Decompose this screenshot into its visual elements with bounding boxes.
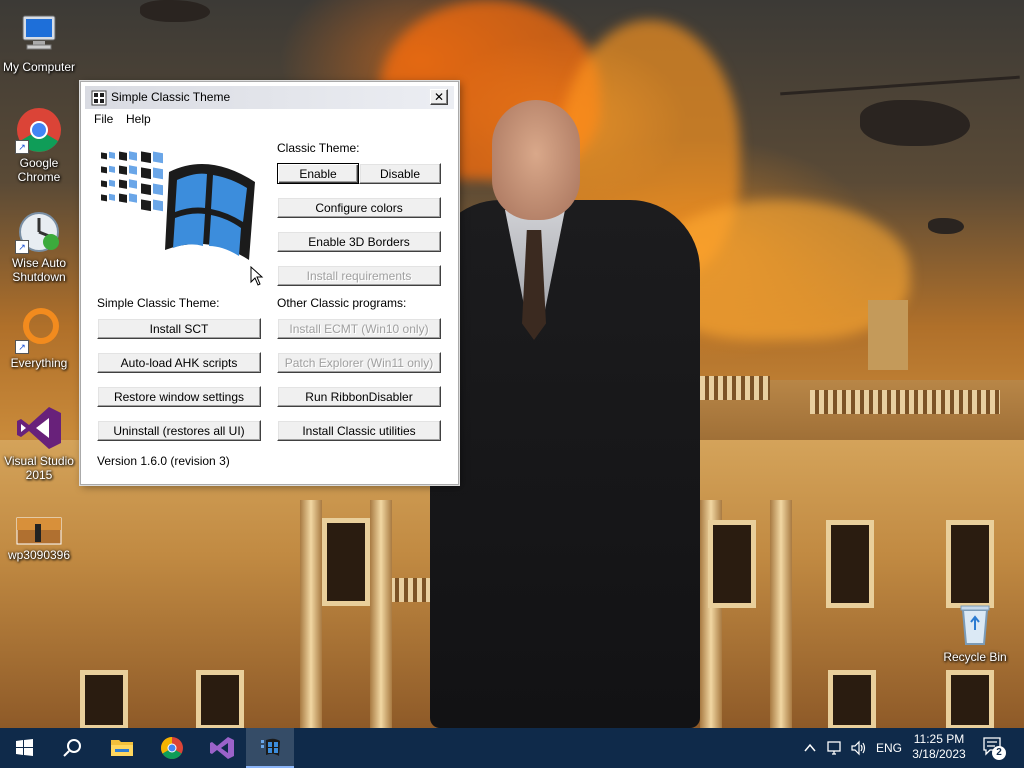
- install-classic-utilities-button[interactable]: Install Classic utilities: [277, 420, 441, 441]
- taskbar-visual-studio[interactable]: [198, 728, 246, 768]
- window-titlebar[interactable]: Simple Classic Theme ✕: [85, 86, 454, 109]
- menu-help[interactable]: Help: [126, 112, 151, 126]
- start-button[interactable]: [0, 728, 48, 768]
- desktop-icon-label: wp3090396: [7, 548, 71, 562]
- helicopter: [928, 218, 964, 234]
- simple-classic-theme-window: Simple Classic Theme ✕ File Help Classic…: [80, 81, 459, 485]
- close-icon: ✕: [433, 90, 445, 104]
- taskbar-simple-classic-theme[interactable]: [246, 728, 294, 768]
- helicopter: [860, 100, 970, 146]
- other-programs-label: Other Classic programs:: [277, 296, 407, 310]
- desktop-icon-label: Google Chrome: [17, 156, 61, 184]
- column: [300, 500, 322, 728]
- building-window: [946, 520, 994, 608]
- balustrade: [810, 390, 1000, 414]
- menu-bar: File Help: [85, 110, 454, 130]
- shortcut-arrow-icon: ↗: [15, 140, 29, 154]
- mouse-cursor-icon: [250, 265, 264, 286]
- building-window: [828, 670, 876, 728]
- install-ecmt-button[interactable]: Install ECMT (Win10 only): [277, 318, 441, 339]
- desktop-icon-recycle-bin[interactable]: Recycle Bin: [938, 600, 1012, 664]
- install-sct-button[interactable]: Install SCT: [97, 318, 261, 339]
- windows-classic-icon: [261, 738, 280, 756]
- version-label: Version 1.6.0 (revision 3): [97, 454, 230, 468]
- windows-start-icon: [16, 739, 33, 756]
- enable-button[interactable]: Enable: [277, 163, 359, 184]
- desktop-icon-label: Wise Auto Shutdown: [11, 256, 67, 284]
- search-icon: [63, 739, 81, 757]
- desktop-icon-google-chrome[interactable]: ↗ Google Chrome: [2, 106, 76, 184]
- desktop-icon-my-computer[interactable]: My Computer: [2, 10, 76, 74]
- clock-date: 3/18/2023: [912, 747, 966, 761]
- balustrade: [700, 376, 770, 400]
- menu-file[interactable]: File: [94, 112, 113, 126]
- shortcut-arrow-icon: ↗: [15, 240, 29, 254]
- desktop-icon-label: My Computer: [2, 60, 76, 74]
- building-window: [322, 518, 370, 606]
- app-icon: [91, 90, 107, 106]
- building-window: [80, 670, 128, 728]
- desktop-icon-everything[interactable]: ↗ Everything: [2, 306, 76, 370]
- restore-window-settings-button[interactable]: Restore window settings: [97, 386, 261, 407]
- enable-3d-borders-button[interactable]: Enable 3D Borders: [277, 231, 441, 252]
- uninstall-button[interactable]: Uninstall (restores all UI): [97, 420, 261, 441]
- volume-icon[interactable]: [850, 740, 868, 756]
- helicopter: [140, 0, 210, 22]
- configure-colors-button[interactable]: Configure colors: [277, 197, 441, 218]
- sct-section-label: Simple Classic Theme:: [97, 296, 220, 310]
- patch-explorer-button[interactable]: Patch Explorer (Win11 only): [277, 352, 441, 373]
- chrome-icon: ↗: [15, 106, 63, 154]
- desktop-icon-label: Visual Studio 2015: [4, 454, 74, 482]
- show-hidden-icons-chevron-icon[interactable]: [802, 740, 818, 756]
- language-indicator[interactable]: ENG: [876, 741, 902, 755]
- desktop-icon-visual-studio[interactable]: Visual Studio 2015: [2, 404, 76, 482]
- column: [370, 500, 392, 728]
- network-icon[interactable]: [826, 740, 844, 756]
- clock[interactable]: 11:25 PM 3/18/2023: [904, 732, 974, 764]
- visual-studio-icon: [210, 737, 234, 759]
- column: [770, 500, 792, 728]
- building-window: [946, 670, 994, 728]
- recycle-bin-icon: [951, 600, 999, 648]
- helicopter-rotor: [780, 75, 1020, 96]
- building-window: [708, 520, 756, 608]
- computer-icon: [15, 10, 63, 58]
- search-button[interactable]: [48, 728, 96, 768]
- run-ribbon-disabler-button[interactable]: Run RibbonDisabler: [277, 386, 441, 407]
- windows-logo: [99, 142, 259, 282]
- folder-icon: [111, 740, 133, 756]
- visual-studio-icon: [15, 404, 63, 452]
- building-window: [826, 520, 874, 608]
- taskbar: ENG 11:25 PM 3/18/2023 2: [0, 728, 1024, 768]
- shortcut-arrow-icon: ↗: [15, 340, 29, 354]
- desktop-icon-label: Everything: [10, 356, 68, 370]
- person-head: [492, 100, 580, 220]
- taskbar-chrome[interactable]: [148, 728, 196, 768]
- window-title: Simple Classic Theme: [111, 90, 231, 104]
- classic-theme-label: Classic Theme:: [277, 141, 360, 155]
- close-button[interactable]: ✕: [430, 89, 448, 105]
- chrome-icon: [161, 737, 183, 759]
- install-requirements-button[interactable]: Install requirements: [277, 265, 441, 286]
- desktop-icon-label: Recycle Bin: [943, 650, 1007, 664]
- action-center-button[interactable]: 2: [982, 736, 1008, 760]
- clock-time: 11:25 PM: [913, 732, 965, 746]
- autoload-ahk-button[interactable]: Auto-load AHK scripts: [97, 352, 261, 373]
- chimney: [868, 300, 908, 370]
- taskbar-file-explorer[interactable]: [98, 728, 146, 768]
- image-file-icon: [15, 516, 63, 546]
- desktop-icon-wise-auto-shutdown[interactable]: ↗ Wise Auto Shutdown: [2, 206, 76, 284]
- wise-auto-shutdown-icon: ↗: [15, 206, 63, 254]
- building-window: [196, 670, 244, 728]
- desktop-icon-wp3090396[interactable]: wp3090396: [2, 516, 76, 562]
- disable-button[interactable]: Disable: [359, 163, 441, 184]
- notification-badge: 2: [992, 746, 1006, 760]
- person-figure: [430, 200, 700, 728]
- everything-icon: ↗: [15, 306, 63, 354]
